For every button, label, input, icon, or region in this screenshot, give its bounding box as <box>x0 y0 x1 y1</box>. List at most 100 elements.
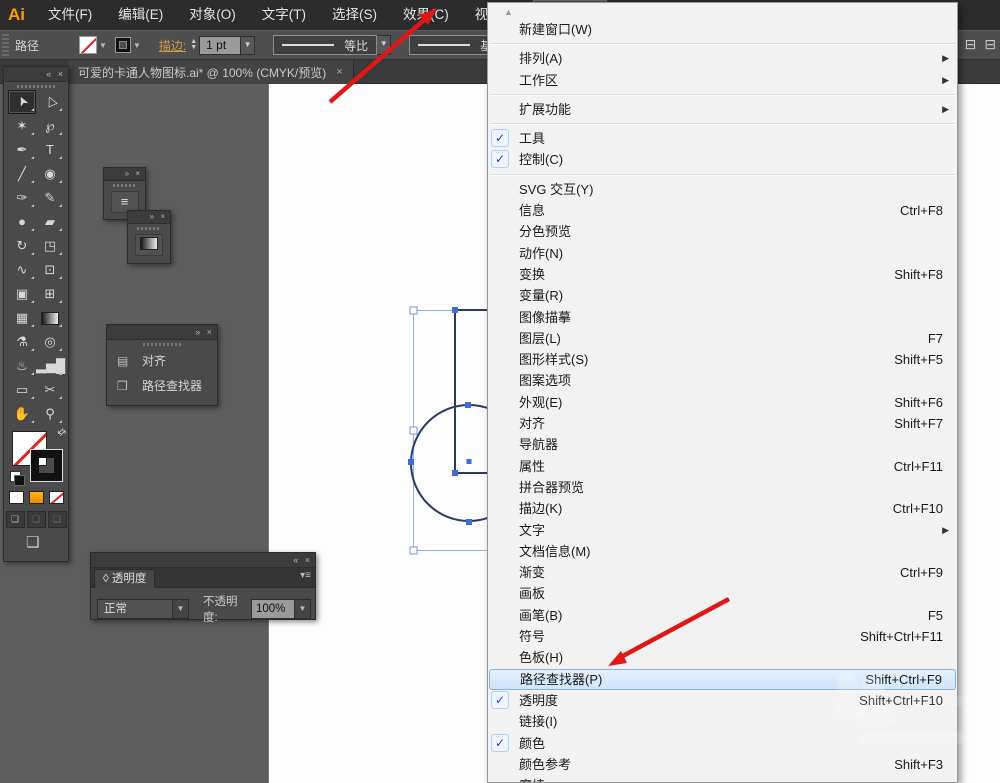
stroke-width-stepper[interactable]: ▲ ▼ <box>190 38 197 51</box>
menu-item-artboards[interactable]: 画板 <box>488 583 957 604</box>
type-tool[interactable]: T <box>36 138 64 162</box>
expand-panel-icon[interactable]: » <box>150 212 156 221</box>
menu-item-variables[interactable]: 变量(R) <box>488 285 957 306</box>
mesh-tool[interactable]: ▦ <box>8 306 36 330</box>
menubar-item-5[interactable]: 效果(C) <box>390 0 462 30</box>
align-panel-icon[interactable]: ⊟ <box>965 36 977 53</box>
stroke-swatch-black[interactable] <box>30 449 63 482</box>
menu-item-color[interactable]: ✓ 颜色 <box>488 733 957 754</box>
menu-item-brushes[interactable]: 画笔(B) F5 <box>488 605 957 626</box>
menu-item-transform[interactable]: 变换 Shift+F8 <box>488 264 957 285</box>
ellipse-tool[interactable]: ◉ <box>36 162 64 186</box>
tab-transparency[interactable]: ◊ 透明度 <box>94 569 156 588</box>
panel-button-align[interactable]: ▤ 对齐 <box>107 348 217 373</box>
zoom-tool[interactable]: ⚲ <box>36 402 64 426</box>
menu-item-magic-wand[interactable]: 魔棒 <box>488 775 957 782</box>
close-icon[interactable]: × <box>58 69 65 79</box>
artboard-tool[interactable]: ▭ <box>8 378 36 402</box>
fill-none-swatch[interactable] <box>79 36 98 54</box>
lasso-tool[interactable]: ℘ <box>36 114 64 138</box>
close-icon[interactable]: × <box>336 66 342 78</box>
menu-item-color-guide[interactable]: 颜色参考 Shift+F3 <box>488 754 957 775</box>
fill-color-control[interactable]: ▼ <box>79 36 107 54</box>
close-icon[interactable]: × <box>160 212 167 221</box>
slice-tool[interactable]: ✂ <box>36 378 64 402</box>
graph-tool[interactable]: ▂▅█ <box>36 354 65 378</box>
document-tab[interactable]: 可爱的卡通人物图标.ai* @ 100% (CMYK/预览) × <box>68 60 354 84</box>
pencil-tool[interactable]: ✎ <box>36 186 64 210</box>
menu-item-control[interactable]: ✓ 控制(C) <box>488 149 957 170</box>
panel-grip[interactable] <box>17 85 55 88</box>
menu-item-align[interactable]: 对齐 Shift+F7 <box>488 413 957 434</box>
none-button[interactable] <box>48 491 64 504</box>
blend-mode-dropdown[interactable]: 正常 ▼ <box>97 599 189 619</box>
menu-item-transparency[interactable]: ✓ 透明度 Shift+Ctrl+F10 <box>488 690 957 711</box>
pen-tool[interactable]: ✒ <box>8 138 36 162</box>
shape-builder-tool[interactable]: ▣ <box>8 282 36 306</box>
collapse-panel-icon[interactable]: « <box>293 555 300 565</box>
menu-scroll-up[interactable]: ▲ <box>488 3 957 19</box>
gradient-tool[interactable] <box>36 306 64 330</box>
menu-item-info[interactable]: 信息 Ctrl+F8 <box>488 200 957 221</box>
menu-item-extensions[interactable]: 扩展功能 ▶ <box>488 99 957 120</box>
stroke-width-dropdown-button[interactable]: ▼ <box>241 35 256 55</box>
color-button[interactable] <box>8 491 24 504</box>
menu-item-pathfinder[interactable]: 路径查找器(P) Shift+Ctrl+F9 <box>489 668 956 690</box>
symbol-sprayer-tool[interactable]: ♨ <box>8 354 36 378</box>
menu-item-links[interactable]: 链接(I) <box>488 711 957 732</box>
menu-item-workspace[interactable]: 工作区 ▶ <box>488 70 957 91</box>
collapse-panel-icon[interactable]: « <box>46 69 53 79</box>
menu-item-image-trace[interactable]: 图像描摹 <box>488 307 957 328</box>
swap-fill-stroke-icon[interactable]: ⇆ <box>55 426 69 440</box>
width-tool[interactable]: ∿ <box>8 258 36 282</box>
menu-item-new-window[interactable]: 新建窗口(W) <box>488 19 957 40</box>
menu-item-layers[interactable]: 图层(L) F7 <box>488 328 957 349</box>
tools-panel-header[interactable]: « × <box>4 67 68 82</box>
menubar-item-2[interactable]: 对象(O) <box>176 0 249 30</box>
close-icon[interactable]: × <box>135 169 142 178</box>
eraser-tool[interactable]: ▰ <box>36 210 64 234</box>
draw-inside-button[interactable]: ❏ <box>47 511 67 528</box>
menu-item-stroke[interactable]: 描边(K) Ctrl+F10 <box>488 498 957 519</box>
scale-tool[interactable]: ◳ <box>36 234 64 258</box>
panel-button-pathfinder[interactable]: ❐ 路径查找器 <box>107 373 217 398</box>
paintbrush-tool[interactable]: ✑ <box>8 186 36 210</box>
stroke-color-control[interactable]: ▼ <box>114 37 141 53</box>
stroke-panel-link[interactable]: 描边: <box>159 37 186 54</box>
eyedropper-tool[interactable]: ⚗ <box>8 330 36 354</box>
menu-item-swatches[interactable]: 色板(H) <box>488 647 957 668</box>
menu-item-actions[interactable]: 动作(N) <box>488 243 957 264</box>
stroke-width-value[interactable]: 1 pt <box>199 35 242 55</box>
menu-item-attributes[interactable]: 属性 Ctrl+F11 <box>488 456 957 477</box>
menu-item-tools[interactable]: ✓ 工具 <box>488 128 957 149</box>
menu-item-gradient[interactable]: 渐变 Ctrl+F9 <box>488 562 957 583</box>
menu-item-pattern-options[interactable]: 图案选项 <box>488 370 957 391</box>
panel-grip[interactable] <box>2 34 9 56</box>
menu-item-svg-interactivity[interactable]: SVG 交互(Y) <box>488 179 957 200</box>
width-profile-dropdown[interactable]: 等比 ▼ <box>273 35 392 55</box>
draw-normal-button[interactable]: ❏ <box>5 511 25 528</box>
menu-item-arrange[interactable]: 排列(A) ▶ <box>488 48 957 69</box>
menubar-item-0[interactable]: 文件(F) <box>35 0 105 30</box>
perspective-grid-tool[interactable]: ⊞ <box>36 282 64 306</box>
menubar-item-1[interactable]: 编辑(E) <box>105 0 176 30</box>
stroke-swatch[interactable] <box>114 37 131 53</box>
menubar-item-4[interactable]: 选择(S) <box>319 0 390 30</box>
blend-tool[interactable]: ◎ <box>36 330 64 354</box>
menu-item-navigator[interactable]: 导航器 <box>488 434 957 455</box>
hand-tool[interactable]: ✋ <box>8 402 36 426</box>
free-transform-tool[interactable]: ⊡ <box>36 258 64 282</box>
menu-item-document-info[interactable]: 文档信息(M) <box>488 541 957 562</box>
opacity-dropdown[interactable]: 100% ▼ <box>251 599 311 619</box>
screen-mode-button[interactable]: ❏ <box>26 533 39 551</box>
gradient-button[interactable] <box>28 491 44 504</box>
panel-menu-icon[interactable]: ▾≡ <box>300 570 311 581</box>
close-icon[interactable]: × <box>305 555 312 565</box>
menu-item-appearance[interactable]: 外观(E) Shift+F6 <box>488 392 957 413</box>
default-fill-stroke-icon[interactable] <box>10 471 25 486</box>
direct-selection-tool[interactable]: ▷ <box>36 90 64 114</box>
menu-item-graphic-styles[interactable]: 图形样式(S) Shift+F5 <box>488 349 957 370</box>
close-icon[interactable]: × <box>207 327 214 337</box>
blob-brush-tool[interactable]: ● <box>8 210 36 234</box>
gradient-panel-icon[interactable] <box>135 234 163 256</box>
